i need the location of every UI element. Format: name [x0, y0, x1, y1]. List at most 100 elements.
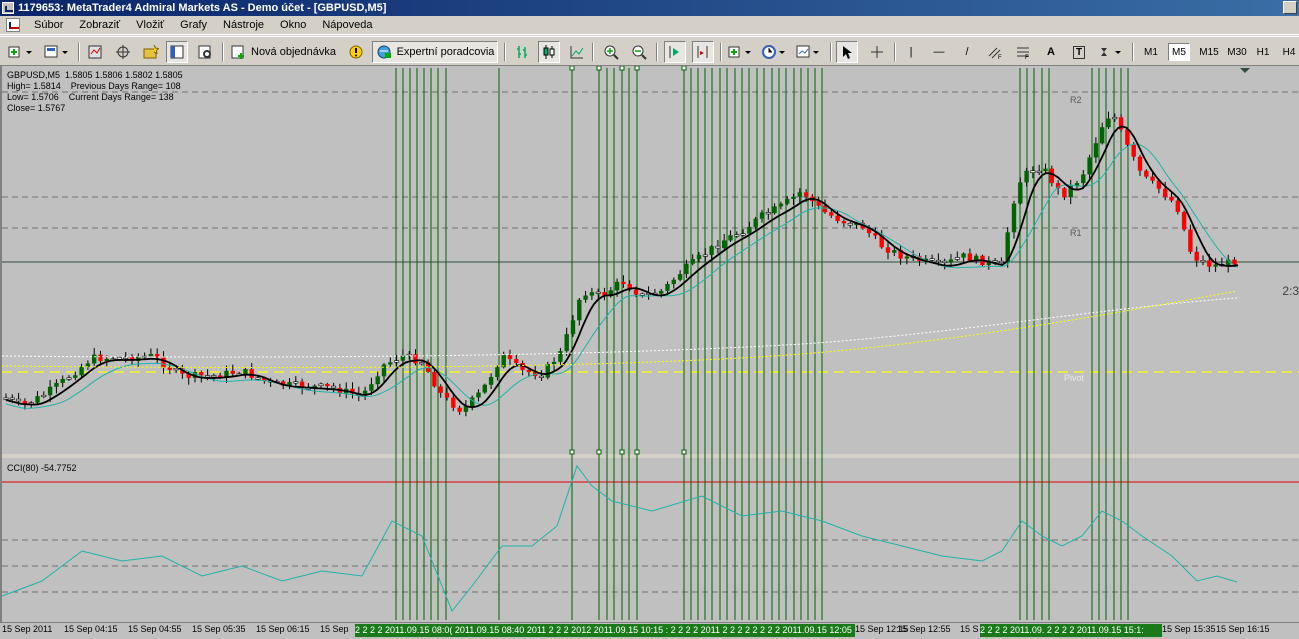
cursor-icon[interactable]: [836, 41, 858, 63]
candle-body: [589, 292, 595, 296]
warning-icon[interactable]: [345, 41, 367, 63]
tester-icon[interactable]: [194, 41, 216, 63]
time-tick: 15 Sep 04:15: [64, 624, 118, 634]
templates-icon[interactable]: [794, 41, 824, 63]
candle-body: [904, 256, 910, 259]
toolbar-separator: [656, 43, 658, 61]
candlestick-chart-icon[interactable]: [538, 41, 560, 63]
terminal-icon[interactable]: [166, 41, 188, 63]
candle-body: [614, 281, 620, 291]
text-label-tool[interactable]: T: [1068, 41, 1090, 63]
candle-body: [564, 334, 569, 352]
candle-body: [394, 360, 400, 363]
market-watch-icon[interactable]: [84, 41, 106, 63]
menu-view[interactable]: Zobraziť: [71, 19, 128, 31]
timeframe-h4[interactable]: H4: [1278, 43, 1299, 61]
profiles-icon[interactable]: [42, 41, 72, 63]
candle-body: [41, 394, 47, 398]
toolbar-separator: [1132, 43, 1134, 61]
menu-help[interactable]: Nápoveda: [314, 19, 380, 31]
candle-body: [9, 397, 15, 400]
zoom-out-icon[interactable]: [628, 41, 650, 63]
expert-icon: [377, 45, 391, 59]
candle-body: [595, 291, 601, 294]
candle-body: [948, 259, 954, 263]
ohlc-readout: GBPUSD,M5 1.5805 1.5806 1.5802 1.5805: [7, 70, 183, 80]
candle-body: [211, 375, 217, 378]
candle-body: [205, 375, 211, 378]
pivot-label: Pivot: [1064, 373, 1085, 383]
timeframe-m30[interactable]: M30: [1224, 43, 1250, 61]
expert-advisors-label: Expertní poradcovia: [396, 46, 495, 58]
candle-body: [1100, 127, 1105, 144]
fibonacci-tool-icon[interactable]: F: [1012, 41, 1034, 63]
candle-body: [545, 364, 550, 378]
menu-charts[interactable]: Grafy: [172, 19, 215, 31]
candle-body: [173, 367, 179, 371]
candle-body: [1194, 251, 1199, 261]
candle-body: [753, 218, 758, 227]
time-tick: 15 Sep 06:15: [256, 624, 310, 634]
text-tool-label: A: [1047, 46, 1055, 58]
folder-star-icon[interactable]: [140, 41, 162, 63]
menu-window[interactable]: Okno: [272, 19, 314, 31]
candle-body: [829, 212, 834, 216]
price-chart[interactable]: GBPUSD,M5 1.5805 1.5806 1.5802 1.5805 Hi…: [0, 66, 1299, 622]
window-control-button[interactable]: [1283, 1, 1297, 14]
text-tool[interactable]: A: [1040, 41, 1062, 63]
candle-body: [797, 192, 802, 197]
arrows-tool-icon[interactable]: [1096, 41, 1126, 63]
vertical-line-tool[interactable]: |: [900, 41, 922, 63]
candle-body: [791, 196, 796, 200]
expert-advisors-button[interactable]: Expertní poradcovia: [372, 41, 498, 63]
candle-body: [538, 375, 544, 378]
chart-canvas: [2, 66, 1299, 620]
periods-icon[interactable]: [760, 41, 790, 63]
new-chart-icon[interactable]: [6, 41, 36, 63]
navigator-icon[interactable]: [112, 41, 134, 63]
crosshair-icon[interactable]: [866, 41, 888, 63]
menu-bar: Súbor Zobraziť Vložiť Grafy Nástroje Okn…: [0, 16, 1299, 35]
timeframe-m5[interactable]: M5: [1168, 43, 1190, 61]
chart-window-icon[interactable]: [6, 18, 20, 32]
time-tick: 15 S: [960, 624, 979, 634]
channel-tool-icon[interactable]: F: [984, 41, 1006, 63]
auto-scroll-icon[interactable]: [664, 41, 686, 63]
timeframe-m1[interactable]: M1: [1140, 43, 1162, 61]
candle-body: [1213, 264, 1218, 267]
candle-body: [249, 369, 254, 378]
candle-body: [715, 245, 721, 249]
time-axis: 15 Sep 2011 15 Sep 04:15 15 Sep 04:55 15…: [0, 622, 1299, 639]
timeframe-h1[interactable]: H1: [1252, 43, 1274, 61]
trendline-tool[interactable]: /: [956, 41, 978, 63]
zoom-in-icon[interactable]: [600, 41, 622, 63]
candle-body: [85, 363, 91, 367]
candle-body: [765, 212, 771, 215]
new-order-button[interactable]: Nová objednávka: [230, 41, 336, 63]
new-order-icon: [231, 45, 244, 59]
candle-body: [690, 259, 695, 264]
horizontal-line-tool[interactable]: —: [928, 41, 950, 63]
window-title: 1179653: MetaTrader4 Admiral Markets AS …: [18, 2, 387, 14]
candle-body: [684, 263, 689, 275]
line-chart-icon[interactable]: [566, 41, 588, 63]
vline-handle: [569, 66, 575, 71]
menu-tools[interactable]: Nástroje: [215, 19, 272, 31]
candle-body: [54, 382, 59, 387]
menu-insert[interactable]: Vložiť: [128, 19, 172, 31]
indicators-icon[interactable]: [726, 41, 756, 63]
candle-body: [318, 383, 324, 387]
bar-chart-icon[interactable]: [512, 41, 534, 63]
candle-body: [457, 407, 462, 412]
menu-file[interactable]: Súbor: [26, 19, 71, 31]
timeframe-m15[interactable]: M15: [1196, 43, 1222, 61]
candle-body: [1163, 188, 1168, 197]
candle-body: [1188, 229, 1193, 252]
candle-body: [551, 361, 557, 365]
close-readout: Close= 1.5767: [7, 103, 66, 113]
candle-body: [293, 381, 299, 384]
toolbar-separator: [222, 43, 224, 61]
chart-shift-icon[interactable]: [692, 41, 714, 63]
candle-body: [1018, 182, 1023, 204]
toolbar-separator: [720, 43, 722, 61]
